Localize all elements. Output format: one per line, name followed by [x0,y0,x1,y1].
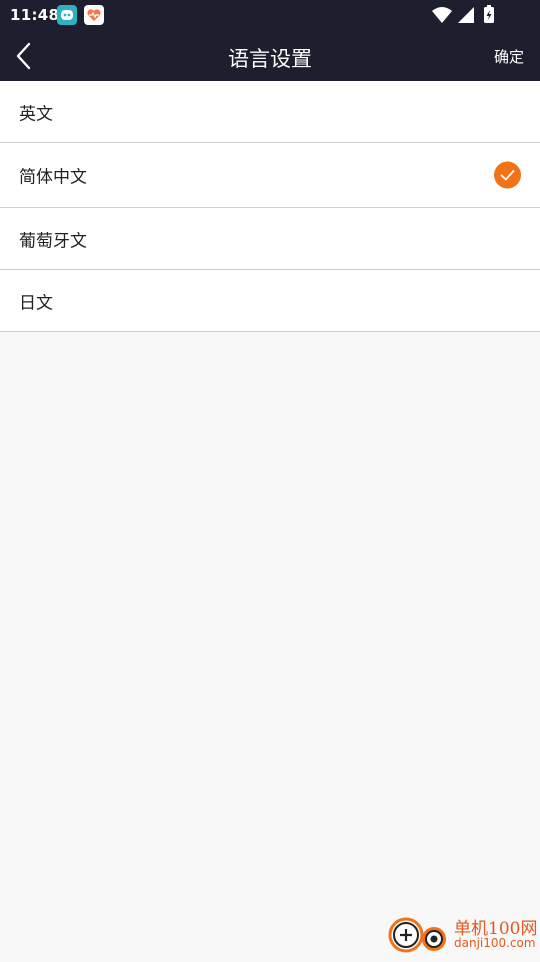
language-label: 葡萄牙文 [19,226,87,251]
robot-app-icon [57,5,77,25]
wifi-icon [432,7,452,23]
status-time: 11:48 [10,6,59,24]
language-label: 简体中文 [19,163,87,188]
language-option-portuguese[interactable]: 葡萄牙文 [0,208,540,270]
watermark-logo: 单机100网 danji100.com [388,912,538,958]
language-option-english[interactable]: 英文 [0,81,540,143]
language-option-japanese[interactable]: 日文 [0,270,540,332]
language-label: 英文 [19,99,53,124]
confirm-button[interactable]: 确定 [494,46,524,67]
heart-app-icon [84,5,104,25]
language-label: 日文 [19,288,53,313]
watermark-url: danji100.com [454,936,536,950]
title-bar: 语言设置 确定 [0,31,540,81]
cell-signal-icon [458,7,474,23]
language-list: 英文 简体中文 葡萄牙文 日文 [0,81,540,332]
checkmark-selected-icon [494,162,521,189]
status-icons [430,5,510,25]
watermark-icon [388,912,454,958]
language-option-simplified-chinese[interactable]: 简体中文 [0,143,540,208]
page-title: 语言设置 [0,43,540,73]
status-bar: 11:48 [0,0,540,31]
